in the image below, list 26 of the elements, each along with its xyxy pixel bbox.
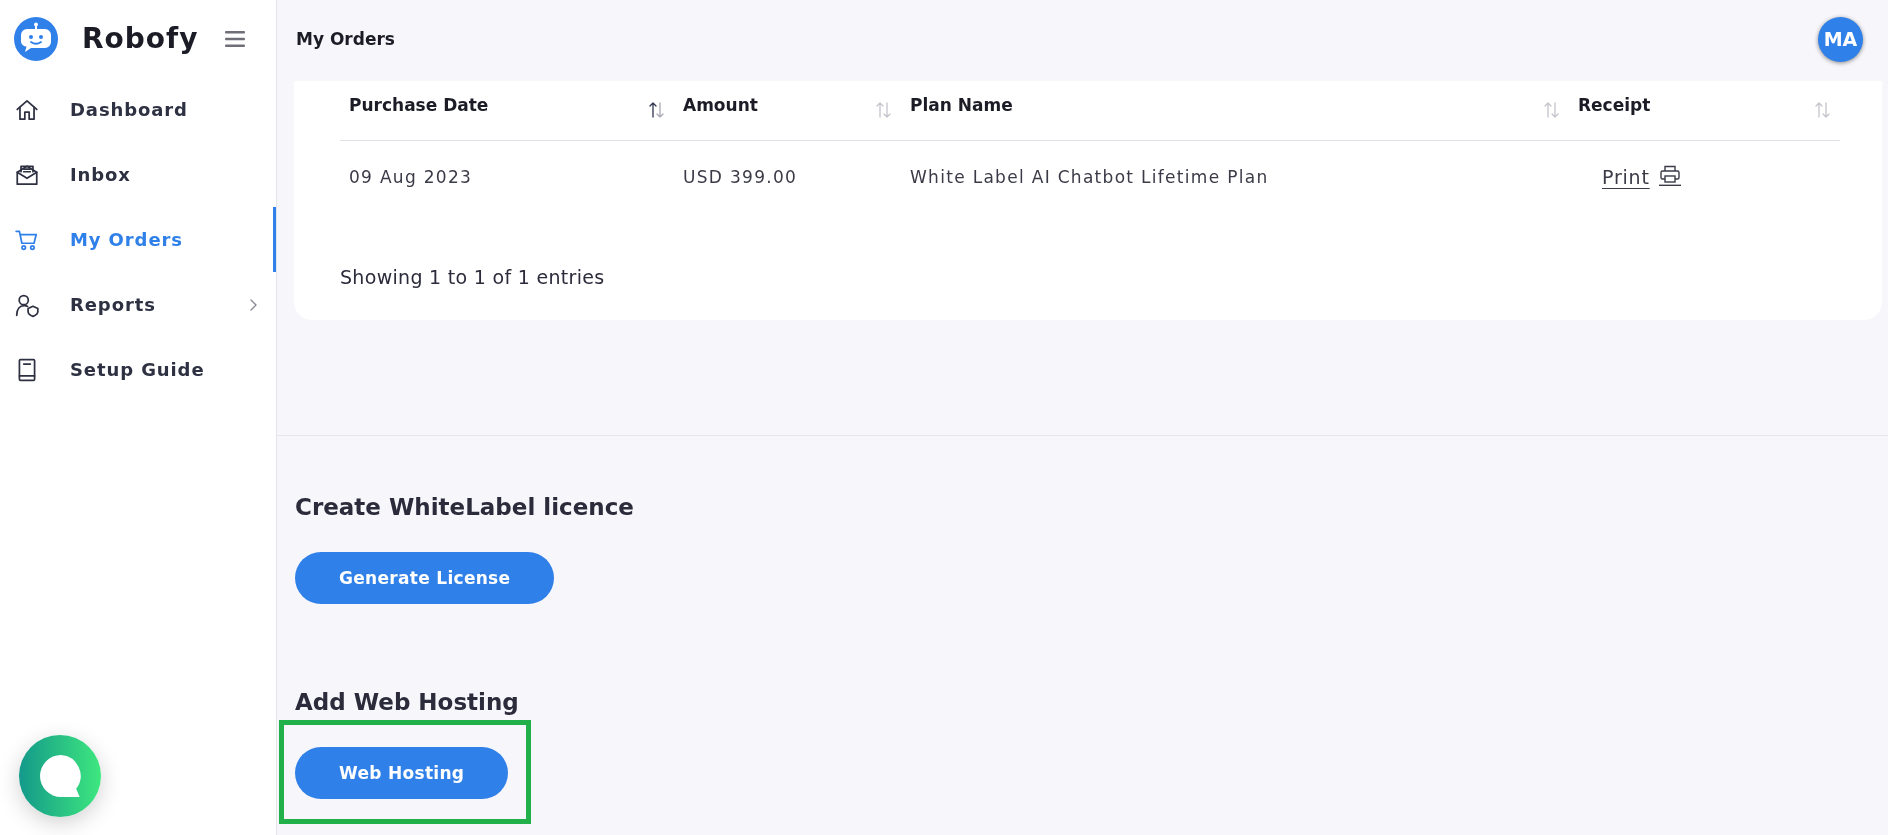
table-cell: 09 Aug 2023 — [349, 167, 473, 187]
nav-item[interactable]: My Orders — [0, 207, 276, 272]
primary-button[interactable]: Web Hosting — [295, 747, 509, 799]
printer-icon — [1658, 164, 1681, 186]
user-avatar[interactable]: MA — [1818, 16, 1863, 62]
table-cell: USD 399.00 — [683, 167, 798, 187]
robot-logo-icon — [14, 16, 58, 61]
print-link[interactable]: Print — [1602, 166, 1681, 188]
section-heading: Add Web Hosting — [295, 688, 519, 717]
nav-item[interactable]: Setup Guide — [0, 337, 276, 402]
column-header[interactable]: Amount — [674, 81, 901, 141]
nav-item[interactable]: Reports — [0, 272, 276, 337]
menu-icon[interactable] — [225, 30, 245, 47]
column-header[interactable]: Plan Name — [901, 81, 1569, 141]
nav-item[interactable]: Inbox — [0, 142, 276, 207]
nav-item[interactable]: Dashboard — [0, 77, 276, 142]
column-header[interactable]: Purchase Date — [340, 81, 674, 141]
chat-bubble-icon — [40, 755, 82, 797]
sort-icon[interactable] — [649, 101, 664, 119]
app-name: Robofy — [82, 22, 199, 55]
table-info: Showing 1 to 1 of 1 entries — [340, 265, 605, 290]
primary-button[interactable]: Generate License — [295, 552, 555, 604]
section-heading: Create WhiteLabel licence — [295, 493, 634, 522]
page-title: My Orders — [296, 29, 395, 49]
table-cell: White Label AI Chatbot Lifetime Plan — [910, 167, 1269, 187]
column-header[interactable]: Receipt — [1569, 81, 1840, 141]
